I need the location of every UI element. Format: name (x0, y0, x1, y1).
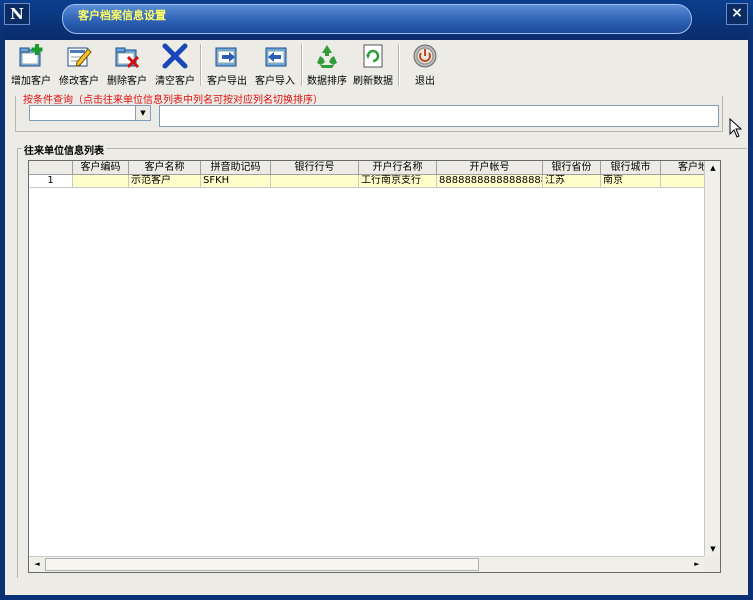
cell-name[interactable]: 示范客户 (129, 175, 201, 188)
grid-header: 客户编码 客户名称 拼音助记码 银行行号 开户行名称 开户帐号 银行省份 银行城… (29, 161, 705, 175)
sort-data-button[interactable]: 数据排序 (305, 43, 349, 89)
window-title: 客户档案信息设置 (78, 9, 166, 22)
cell-bank-no[interactable] (271, 175, 359, 188)
toolbar-separator (200, 44, 202, 86)
column-header-address[interactable]: 客户地 (661, 161, 705, 175)
export-customer-label: 客户导出 (207, 76, 247, 87)
delete-customer-button[interactable]: 删除客户 (103, 43, 151, 89)
column-header-account[interactable]: 开户帐号 (437, 161, 543, 175)
horizontal-scrollbar[interactable]: ◄ ► (29, 556, 705, 572)
recycle-sort-icon (317, 45, 337, 68)
vertical-scrollbar[interactable]: ▲ ▼ (704, 161, 720, 557)
query-field-select[interactable]: ▼ (29, 105, 151, 121)
cell-city[interactable]: 南京 (601, 175, 661, 188)
clear-customer-button[interactable]: 清空客户 (151, 43, 199, 89)
column-header-bank-no[interactable]: 银行行号 (271, 161, 359, 175)
toolbar: 增加客户 修改客户 删除客户 清空客户 客户导出 客户导入 数据排序 刷新数据 … (5, 40, 748, 90)
column-header-name[interactable]: 客户名称 (129, 161, 201, 175)
list-title: 往来单位信息列表 (22, 142, 106, 157)
exit-button[interactable]: 退出 (403, 43, 447, 89)
cell-code[interactable] (73, 175, 129, 188)
column-header-province[interactable]: 银行省份 (543, 161, 601, 175)
query-legend: 按条件查询（点击往来单位信息列表中列名可按对应列名切换排序） (21, 91, 325, 106)
mouse-cursor-icon (729, 118, 743, 138)
exit-power-icon (413, 44, 437, 68)
cell-pinyin[interactable]: SFKH (201, 175, 271, 188)
scrollbar-corner (704, 556, 720, 572)
import-icon (265, 47, 287, 67)
export-customer-button[interactable]: 客户导出 (203, 43, 251, 89)
add-customer-button[interactable]: 增加客户 (7, 43, 55, 89)
toolbar-separator (398, 44, 400, 86)
column-header-bank-name[interactable]: 开户行名称 (359, 161, 437, 175)
query-input[interactable] (159, 105, 719, 127)
column-header-code[interactable]: 客户编码 (73, 161, 129, 175)
main-content: 增加客户 修改客户 删除客户 清空客户 客户导出 客户导入 数据排序 刷新数据 … (5, 40, 748, 595)
delete-folder-icon (115, 47, 140, 69)
exit-label: 退出 (415, 76, 435, 87)
horizontal-scroll-thumb[interactable] (45, 558, 479, 571)
export-icon (215, 47, 237, 67)
cell-account[interactable]: 888888888888888888 (437, 175, 543, 188)
sort-data-label: 数据排序 (307, 76, 347, 87)
column-header-pinyin[interactable]: 拼音助记码 (201, 161, 271, 175)
app-logo: N (4, 3, 30, 25)
cell-province[interactable]: 江苏 (543, 175, 601, 188)
scroll-down-icon[interactable]: ▼ (705, 542, 721, 557)
scroll-left-icon[interactable]: ◄ (29, 557, 45, 572)
refresh-data-label: 刷新数据 (353, 76, 393, 87)
toolbar-separator (301, 44, 303, 86)
title-bar: N 客户档案信息设置 × (0, 0, 753, 40)
clear-customer-label: 清空客户 (155, 76, 195, 87)
import-customer-button[interactable]: 客户导入 (251, 43, 299, 89)
clear-x-icon (162, 43, 188, 69)
edit-icon (67, 47, 92, 67)
table-row[interactable]: 1 示范客户 SFKH 工行南京支行 888888888888888888 江苏… (29, 175, 705, 188)
delete-customer-label: 删除客户 (107, 76, 147, 87)
edit-customer-label: 修改客户 (59, 76, 99, 87)
edit-customer-button[interactable]: 修改客户 (55, 43, 103, 89)
column-header-rownum (29, 161, 73, 175)
add-folder-icon (19, 44, 43, 67)
customer-grid[interactable]: 客户编码 客户名称 拼音助记码 银行行号 开户行名称 开户帐号 银行省份 银行城… (28, 160, 721, 573)
cell-bank-name[interactable]: 工行南京支行 (359, 175, 437, 188)
add-customer-label: 增加客户 (11, 76, 51, 87)
row-number: 1 (29, 175, 73, 188)
scroll-up-icon[interactable]: ▲ (705, 161, 721, 176)
close-button[interactable]: × (726, 3, 748, 25)
refresh-data-button[interactable]: 刷新数据 (351, 43, 395, 89)
import-customer-label: 客户导入 (255, 76, 295, 87)
column-header-city[interactable]: 银行城市 (601, 161, 661, 175)
scroll-right-icon[interactable]: ► (689, 557, 705, 572)
cell-address[interactable] (661, 175, 705, 188)
refresh-icon (363, 44, 383, 68)
chevron-down-icon[interactable]: ▼ (135, 106, 150, 120)
